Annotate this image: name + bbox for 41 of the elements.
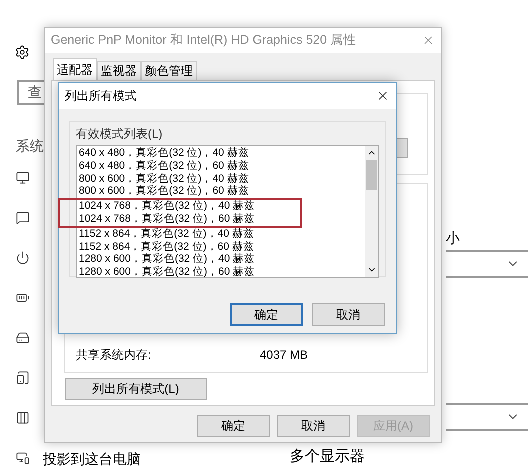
battery-icon[interactable] (16, 291, 30, 305)
mode-list[interactable] (76, 145, 379, 278)
mode-item[interactable]: 1152 x 864，真彩色(32 位)，40 赫兹 (79, 228, 254, 241)
size-label: 小 (446, 229, 460, 248)
mode-item[interactable]: 1152 x 864，真彩色(32 位)，60 赫兹 (79, 240, 254, 254)
tablet-icon[interactable] (16, 371, 30, 385)
mode-item[interactable]: 640 x 480，真彩色(32 位)，40 赫兹 (79, 147, 250, 160)
window-title: Generic PnP Monitor 和 Intel(R) HD Graphics 520 属性 (51, 32, 357, 50)
dropdown[interactable] (446, 403, 528, 431)
dialog-title: 列出所有模式 (65, 88, 137, 105)
tab[interactable]: 监视器 (97, 61, 141, 80)
mode-item[interactable]: 1024 x 768，真彩色(32 位)，40 赫兹 (79, 200, 256, 213)
list-all-modes-button[interactable]: 列出所有模式(L) (65, 378, 207, 400)
info-label: 共享系统内存: (76, 347, 152, 364)
tab[interactable]: 适配器 (53, 58, 97, 80)
dropdown[interactable] (446, 250, 528, 278)
mode-item[interactable]: 800 x 600，真彩色(32 位)，60 赫兹 (79, 185, 250, 198)
settings-icon (15, 45, 30, 60)
dialog-button[interactable]: 取消 (312, 303, 385, 326)
close-icon[interactable] (376, 89, 390, 103)
dialog-button[interactable]: 取消 (277, 415, 350, 437)
mode-item[interactable]: 1024 x 768，真彩色(32 位)，60 赫兹 (79, 212, 256, 226)
info-value: 4037 MB (260, 347, 308, 364)
group-label: 有效模式列表(L) (76, 126, 164, 142)
dialog-button[interactable]: 确定 (197, 415, 270, 437)
section-heading: 多个显示器 (290, 448, 365, 466)
scrollbar[interactable] (365, 146, 378, 277)
section-label: 系统 (16, 137, 44, 156)
scroll-thumb[interactable] (366, 160, 377, 190)
mode-item[interactable]: 800 x 600，真彩色(32 位)，40 赫兹 (79, 172, 250, 186)
project-icon[interactable] (16, 451, 30, 465)
mode-item[interactable]: 1280 x 600，真彩色(32 位)，60 赫兹 (79, 266, 256, 279)
mode-item[interactable]: 1280 x 600，真彩色(32 位)，40 赫兹 (79, 253, 256, 266)
nav-item[interactable]: 投影到这台电脑 (43, 449, 141, 470)
message-icon[interactable] (16, 211, 30, 225)
monitor-icon[interactable] (16, 171, 30, 185)
tab[interactable]: 颜色管理 (141, 61, 197, 80)
power-icon[interactable] (16, 251, 30, 265)
mode-item[interactable]: 640 x 480，真彩色(32 位)，60 赫兹 (79, 160, 250, 173)
drive-icon[interactable] (16, 331, 30, 345)
dialog-button[interactable]: 确定 (230, 303, 303, 326)
